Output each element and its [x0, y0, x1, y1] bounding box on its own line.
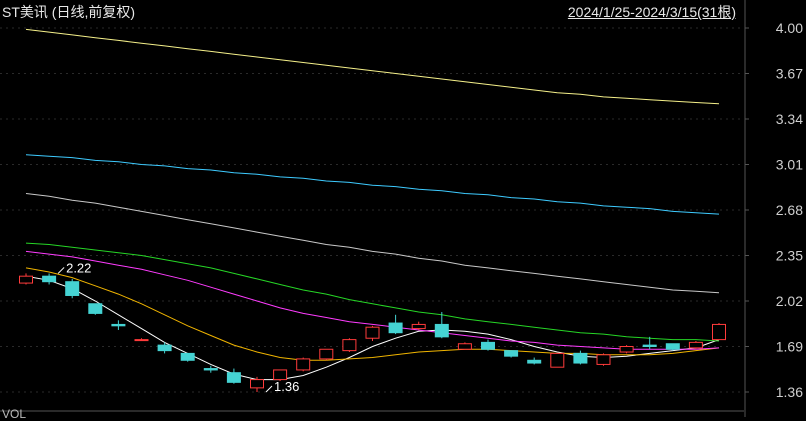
candles — [19, 273, 726, 392]
annotation-arrow — [57, 267, 65, 274]
annotation-label: 1.36 — [274, 379, 299, 394]
candle-down — [180, 352, 195, 361]
candle-up — [342, 339, 357, 352]
candle-up — [457, 343, 472, 350]
candle-up — [19, 275, 33, 284]
candlestick-chart[interactable]: 2.22 1.36 4.00 3.67 3.34 3.01 2.68 2.35 2.02 1.6… — [0, 0, 806, 417]
candle-down — [434, 323, 449, 338]
annotation-arrow — [265, 385, 273, 393]
candle-down — [642, 344, 657, 348]
y-tick-label: 1.69 — [776, 339, 803, 355]
volume-label: VOL — [2, 407, 27, 421]
candle-down — [504, 350, 519, 357]
candle-down — [481, 341, 495, 350]
y-tick-label: 3.67 — [776, 66, 803, 82]
candle-up — [688, 341, 703, 349]
candle-down — [157, 344, 172, 352]
candle-down — [42, 275, 57, 283]
candle-up — [250, 379, 264, 389]
candle-up — [134, 339, 149, 342]
moving-average-line — [25, 154, 720, 215]
y-tick-label: 2.02 — [776, 293, 803, 309]
candle-down — [573, 352, 588, 364]
annotation-label: 2.22 — [66, 260, 91, 275]
candle-down — [527, 359, 542, 364]
candle-up — [596, 354, 611, 365]
candle-down — [111, 323, 126, 327]
y-tick-label: 1.36 — [776, 384, 803, 400]
candle-down — [65, 281, 80, 296]
candle-down — [203, 368, 218, 371]
candle-down — [226, 372, 241, 383]
y-tick-label: 2.68 — [776, 202, 803, 218]
y-tick-label: 3.01 — [776, 157, 803, 173]
candle-up — [550, 352, 565, 368]
candle-up — [619, 346, 634, 353]
candle-up — [319, 348, 334, 360]
candle-down — [88, 303, 103, 314]
candle-up — [411, 323, 426, 330]
y-tick-label: 4.00 — [776, 20, 803, 36]
moving-average-line — [25, 193, 720, 294]
candle-down — [665, 343, 680, 350]
moving-average-line — [25, 28, 720, 105]
candle-up — [296, 358, 311, 371]
candle-up — [365, 326, 380, 339]
y-tick-label: 3.34 — [776, 111, 803, 127]
candle-down — [388, 322, 403, 334]
candle-up — [712, 323, 726, 341]
y-tick-label: 2.35 — [776, 248, 803, 264]
